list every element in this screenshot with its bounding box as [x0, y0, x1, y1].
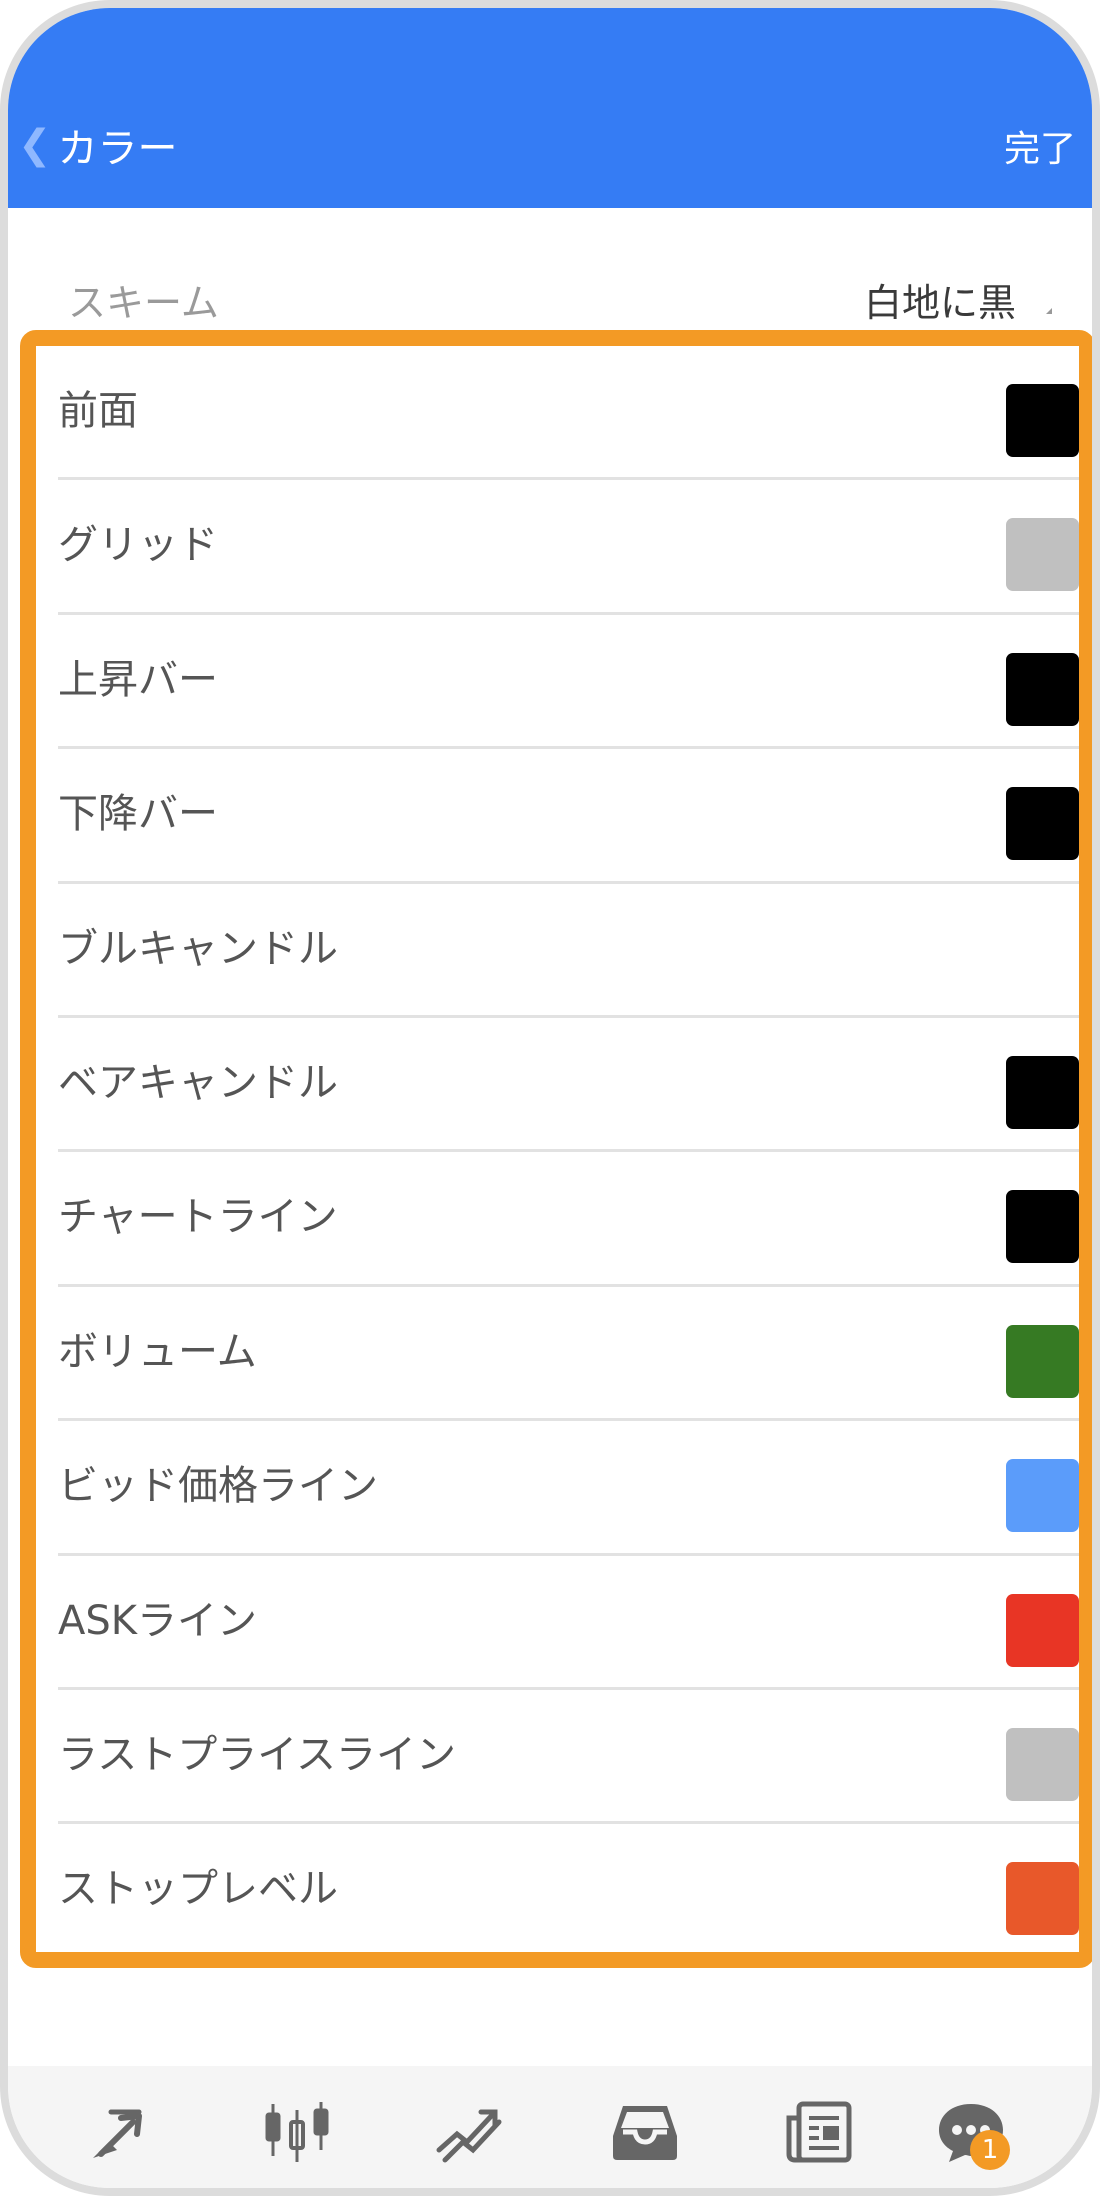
trade-icon — [93, 2109, 142, 2158]
back-button[interactable]: ❮ カラー — [18, 116, 178, 174]
color-row-label: ボリューム — [58, 1328, 257, 1375]
color-swatch[interactable] — [1006, 1459, 1079, 1533]
color-row-label: チャートライン — [58, 1194, 338, 1241]
color-swatch[interactable] — [1006, 1324, 1079, 1398]
chevron-left-icon: ❮ — [18, 122, 52, 168]
color-row-last-price-line[interactable]: ラストプライスライン — [36, 1690, 1079, 1825]
notification-badge: 1 — [970, 2130, 1010, 2170]
tab-chart[interactable] — [252, 2092, 342, 2172]
done-button[interactable]: 完了 — [1004, 120, 1076, 172]
bottom-tab-bar: 1 — [8, 2066, 1092, 2188]
scheme-label: スキーム — [68, 281, 219, 325]
tab-trade[interactable] — [80, 2092, 170, 2172]
nav-header: ❮ カラー 完了 — [8, 8, 1092, 208]
page-title: カラー — [57, 126, 178, 172]
color-row-label: ブルキャンドル — [58, 925, 338, 972]
color-swatch[interactable] — [1006, 1727, 1079, 1801]
tab-trend[interactable] — [424, 2092, 514, 2172]
tab-inbox[interactable] — [600, 2092, 690, 2172]
color-row-label: 上昇バー — [58, 656, 218, 703]
chart-candles-icon — [265, 2102, 329, 2162]
news-icon — [786, 2101, 852, 2163]
dropdown-corner-icon — [1046, 308, 1052, 314]
color-list-highlight: 前面 グリッド 上昇バー 下降バー ブルキャンドル ベアキャンドル チャートライ… — [20, 330, 1092, 1968]
color-swatch[interactable] — [1006, 1593, 1079, 1667]
color-row-label: グリッド — [58, 522, 218, 569]
color-row-grid[interactable]: グリッド — [36, 480, 1079, 615]
color-swatch[interactable] — [1006, 1862, 1079, 1936]
color-row-label: 下降バー — [58, 791, 218, 838]
color-row-foreground[interactable]: 前面 — [36, 346, 1079, 481]
color-swatch[interactable] — [1006, 384, 1079, 457]
color-row-up-bar[interactable]: 上昇バー — [36, 615, 1079, 750]
color-row-label: ビッド価格ライン — [58, 1463, 378, 1510]
color-swatch[interactable] — [1006, 652, 1079, 726]
color-row-label: ラストプライスライン — [58, 1731, 456, 1778]
tab-news[interactable] — [774, 2092, 864, 2172]
color-row-bid-line[interactable]: ビッド価格ライン — [36, 1421, 1079, 1556]
color-swatch[interactable] — [1006, 787, 1079, 861]
tab-chat[interactable]: 1 — [926, 2092, 1016, 2172]
color-row-label: 前面 — [58, 388, 138, 434]
phone-screen: ❮ カラー 完了 スキーム 白地に黒 前面 グリッド 上昇バー 下降バー ブルキ… — [0, 0, 1100, 2196]
scheme-value: 白地に黒 — [863, 281, 1016, 325]
color-row-label: ASKライン — [58, 1597, 257, 1644]
color-list: 前面 グリッド 上昇バー 下降バー ブルキャンドル ベアキャンドル チャートライ… — [36, 346, 1079, 1959]
color-row-volume[interactable]: ボリューム — [36, 1287, 1079, 1422]
color-swatch[interactable] — [1006, 1190, 1079, 1264]
trend-lines-icon — [436, 2109, 502, 2163]
color-row-down-bar[interactable]: 下降バー — [36, 749, 1079, 884]
scheme-selector[interactable]: スキーム 白地に黒 — [8, 248, 1092, 328]
color-row-stop-level[interactable]: ストップレベル — [36, 1824, 1079, 1958]
color-swatch[interactable] — [1006, 518, 1079, 592]
inbox-icon — [613, 2106, 677, 2160]
color-swatch[interactable] — [1006, 921, 1079, 995]
color-row-ask-line[interactable]: ASKライン — [36, 1556, 1079, 1690]
color-row-chart-line[interactable]: チャートライン — [36, 1152, 1079, 1287]
color-row-bear-candle[interactable]: ベアキャンドル — [36, 1018, 1079, 1153]
color-row-label: ベアキャンドル — [58, 1059, 338, 1106]
color-swatch[interactable] — [1006, 1055, 1079, 1129]
color-row-label: ストップレベル — [58, 1866, 338, 1913]
color-row-bull-candle[interactable]: ブルキャンドル — [36, 884, 1079, 1018]
